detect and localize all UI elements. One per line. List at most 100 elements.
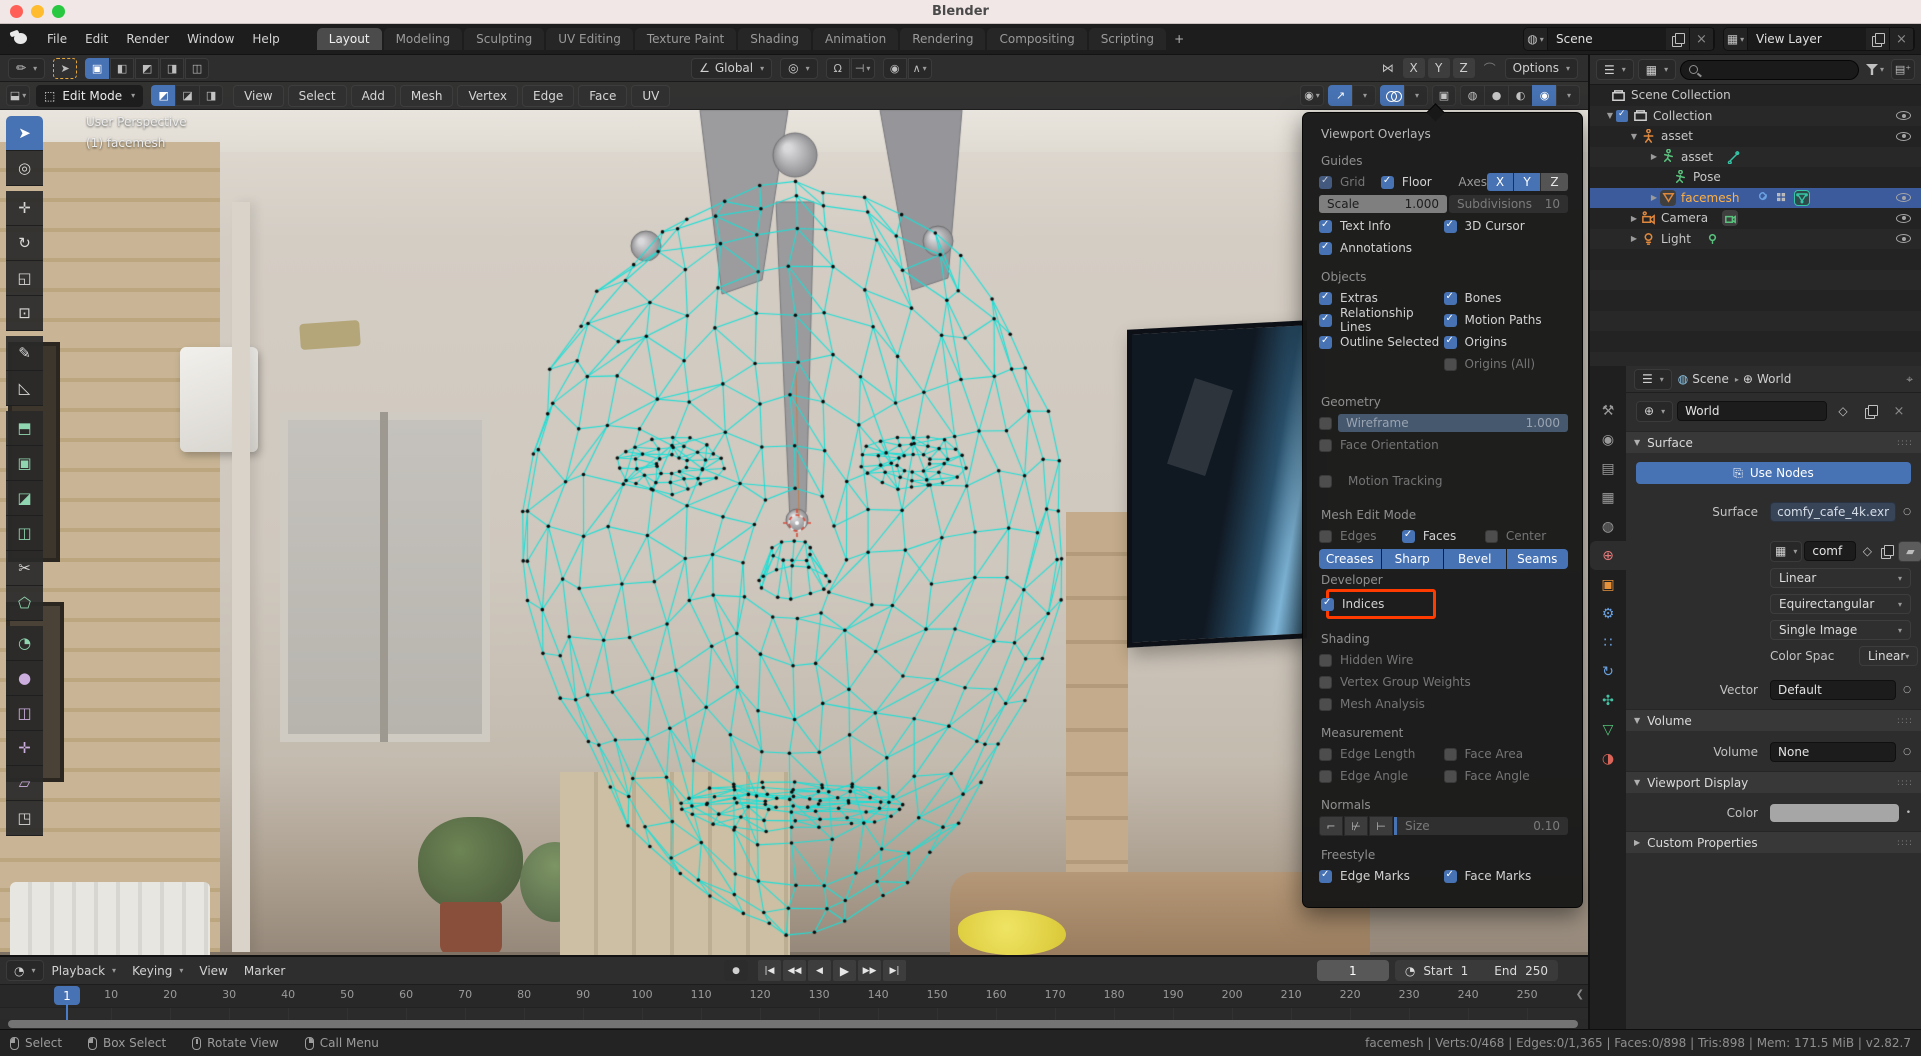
frame-tick-180[interactable]: 180 — [1104, 988, 1125, 1001]
bone-icon[interactable] — [1727, 149, 1743, 165]
select-mode-set-icon[interactable]: ▣ — [85, 58, 109, 79]
play-button[interactable]: ▶ — [833, 960, 856, 981]
hidden-wire-checkbox[interactable] — [1319, 654, 1332, 667]
surface-panel-header[interactable]: ▼Surface:::: — [1626, 431, 1921, 453]
new-world-copy-icon[interactable] — [1859, 400, 1883, 422]
tool-poly-build[interactable]: ⬠ — [6, 586, 43, 621]
visibility-eye-icon[interactable] — [1896, 132, 1911, 141]
mirror-icon[interactable]: ⋈ — [1376, 57, 1400, 79]
surface-node-selector[interactable]: comfy_cafe_4k.exr — [1770, 502, 1896, 522]
auto-keying-icon[interactable]: ● — [724, 960, 748, 981]
frame-tick-130[interactable]: 130 — [809, 988, 830, 1001]
tool-extrude-region[interactable]: ⬒ — [6, 411, 43, 446]
face-area-checkbox[interactable] — [1444, 748, 1457, 761]
text-info-checkbox[interactable] — [1319, 220, 1332, 233]
object-visibility-dropdown[interactable]: ◉▾ — [1300, 85, 1324, 106]
tool-knife[interactable]: ✂ — [6, 551, 43, 586]
outliner-item-label[interactable]: asset — [1661, 129, 1693, 143]
wireframe-checkbox[interactable] — [1319, 417, 1332, 430]
new-scene-icon[interactable] — [1666, 28, 1690, 50]
timeline-menu-playback[interactable]: Playback▾ — [44, 961, 125, 981]
outliner-item-label[interactable]: asset — [1681, 150, 1713, 164]
mirror-y-toggle[interactable]: Y — [1428, 58, 1450, 78]
tool-inset-faces[interactable]: ▣ — [6, 446, 43, 481]
motion-paths-checkbox[interactable] — [1444, 314, 1457, 327]
workspace-tab-animation[interactable]: Animation — [813, 28, 898, 50]
tool-shrink-fatten[interactable]: ✛ — [6, 731, 43, 766]
properties-tab-constraints[interactable]: ✣ — [1590, 686, 1626, 715]
visibility-eye-icon[interactable] — [1896, 214, 1911, 223]
outliner-row-pose[interactable]: Pose — [1590, 167, 1921, 188]
world-name-field[interactable]: World — [1677, 401, 1827, 421]
timeline-scrollbar[interactable] — [8, 1020, 1578, 1028]
menu-edit[interactable]: Edit — [76, 29, 117, 49]
select-mode-invert-icon[interactable]: ◨ — [160, 58, 184, 79]
properties-tab-output[interactable]: ▤ — [1590, 454, 1626, 483]
image-fake-user-icon[interactable]: ◇ — [1858, 540, 1876, 562]
edge-select-mode-icon[interactable]: ◪ — [175, 85, 199, 106]
menu-file[interactable]: File — [38, 29, 76, 49]
add-workspace-button[interactable]: + — [1166, 30, 1192, 48]
outliner-row-asset[interactable]: ▶asset — [1590, 147, 1921, 168]
color-space-dropdown[interactable]: Linear▾ — [1859, 646, 1918, 666]
frame-tick-100[interactable]: 100 — [632, 988, 653, 1001]
menu-render[interactable]: Render — [117, 29, 178, 49]
face-orientation-checkbox[interactable] — [1319, 439, 1332, 452]
timeline-ruler[interactable]: 1020304050607080901001101201301401501601… — [0, 985, 1588, 1007]
frame-tick-60[interactable]: 60 — [399, 988, 413, 1001]
outliner-row-scene-collection[interactable]: Scene Collection — [1590, 85, 1921, 106]
frame-tick-230[interactable]: 230 — [1399, 988, 1420, 1001]
edge-angle-checkbox[interactable] — [1319, 770, 1332, 783]
world-browse-dropdown[interactable]: ⊕▾ — [1636, 401, 1673, 422]
timeline-track[interactable] — [0, 1007, 1588, 1019]
seams-button[interactable]: Seams — [1507, 549, 1569, 569]
image-name-field[interactable]: comf — [1804, 541, 1856, 561]
face-marks-checkbox[interactable] — [1444, 870, 1457, 883]
proportional-editing-icon[interactable]: ◉ — [883, 58, 907, 79]
editor-type-icon[interactable]: ⬓▾ — [6, 85, 30, 106]
show-overlays-icon[interactable] — [1380, 85, 1404, 106]
axis-z-toggle[interactable]: Z — [1541, 173, 1568, 191]
volume-field[interactable]: None — [1770, 742, 1896, 762]
outliner-row-collection[interactable]: ▼Collection — [1590, 106, 1921, 127]
use-nodes-button[interactable]: ⎘Use Nodes — [1636, 462, 1911, 484]
shading-wireframe-icon[interactable]: ◍ — [1460, 85, 1484, 106]
grid-subdivisions-slider[interactable]: Subdivisions10 — [1449, 195, 1568, 213]
frame-tick-150[interactable]: 150 — [927, 988, 948, 1001]
3d-viewport[interactable]: ⬓▾ ⬚ Edit Mode▾ ◩ ◪ ◨ ViewSelectAddMeshV… — [0, 82, 1588, 955]
volume-panel-header[interactable]: ▼Volume:::: — [1626, 709, 1921, 731]
frame-tick-70[interactable]: 70 — [458, 988, 472, 1001]
node-dot-icon[interactable]: ○ — [1903, 507, 1911, 517]
tool-measure[interactable]: ◺ — [6, 371, 43, 406]
tool-cursor[interactable]: ◎ — [6, 151, 43, 186]
face-select-mode-icon[interactable]: ◨ — [199, 85, 223, 106]
timeline-menu-view[interactable]: View — [191, 961, 235, 981]
expander-icon[interactable]: ▶ — [1628, 234, 1640, 243]
axis-y-toggle[interactable]: Y — [1514, 173, 1541, 191]
custom-properties-panel-header[interactable]: ▶Custom Properties:::: — [1626, 831, 1921, 853]
timeline-menu-keying[interactable]: Keying▾ — [124, 961, 191, 981]
frame-tick-250[interactable]: 250 — [1517, 988, 1538, 1001]
viewport-menu-select[interactable]: Select — [288, 85, 347, 107]
wireframe-slider[interactable]: Wireframe1.000 — [1338, 414, 1568, 432]
timeline-editor-type-icon[interactable]: ◔▾ — [6, 960, 44, 981]
scene-name-field[interactable]: Scene — [1548, 28, 1666, 50]
face-normals-icon[interactable]: ⊢ — [1369, 816, 1393, 836]
light-data-icon[interactable] — [1705, 231, 1721, 247]
frame-tick-210[interactable]: 210 — [1281, 988, 1302, 1001]
play-reverse-button[interactable]: ◀ — [808, 960, 831, 981]
outliner-item-label[interactable]: facemesh — [1681, 191, 1740, 205]
frame-tick-240[interactable]: 240 — [1458, 988, 1479, 1001]
properties-tab-scene[interactable]: ◍ — [1590, 512, 1626, 541]
origins-checkbox[interactable] — [1444, 336, 1457, 349]
edge-marks-checkbox[interactable] — [1319, 870, 1332, 883]
transform-orientation-dropdown[interactable]: ∠ Global▾ — [691, 58, 772, 79]
vector-field[interactable]: Default — [1770, 680, 1896, 700]
edge-length-checkbox[interactable] — [1319, 748, 1332, 761]
bevel-button[interactable]: Bevel — [1444, 549, 1506, 569]
tool-bevel[interactable]: ◪ — [6, 481, 43, 516]
motion-tracking-checkbox[interactable] — [1319, 475, 1332, 488]
breadcrumb-world[interactable]: World — [1757, 372, 1791, 386]
shading-rendered-icon[interactable]: ◉ — [1532, 85, 1556, 106]
volume-dot-icon[interactable]: ○ — [1903, 747, 1911, 757]
